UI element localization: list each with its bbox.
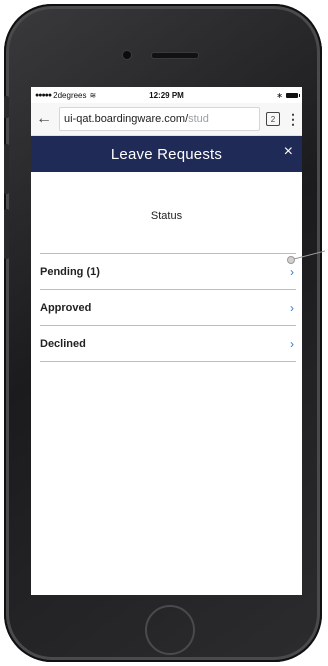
chevron-right-icon: › bbox=[290, 336, 294, 351]
main-content: Status Pending (1) › Approved › Declined… bbox=[31, 172, 302, 595]
earpiece-speaker bbox=[151, 52, 199, 59]
url-path: stud bbox=[188, 113, 209, 125]
status-list: Pending (1) › Approved › Declined › bbox=[40, 253, 296, 362]
phone-screen: ●●●●● 2degrees ≋ 12:29 PM ∗ ← ui-qat.boa… bbox=[31, 87, 302, 595]
back-arrow-icon[interactable]: ← bbox=[35, 110, 53, 128]
wifi-icon: ≋ bbox=[89, 90, 97, 100]
status-item-label: Approved bbox=[40, 301, 92, 314]
volume-up-button bbox=[4, 144, 9, 194]
status-item-declined[interactable]: Declined › bbox=[40, 326, 296, 362]
status-item-label: Declined bbox=[40, 337, 86, 350]
page-header: Leave Requests × bbox=[31, 136, 302, 172]
bluetooth-icon: ∗ bbox=[276, 90, 283, 100]
mute-switch bbox=[4, 96, 9, 118]
page-title: Leave Requests bbox=[110, 145, 223, 163]
device-status-bar: ●●●●● 2degrees ≋ 12:29 PM ∗ bbox=[31, 87, 302, 103]
browser-toolbar: ← ui-qat.boardingware.com/stud 2 ⋮ bbox=[31, 103, 302, 136]
home-button[interactable] bbox=[145, 605, 195, 655]
status-item-pending[interactable]: Pending (1) › bbox=[40, 254, 296, 290]
front-camera bbox=[122, 50, 132, 60]
carrier-name: 2degrees bbox=[53, 90, 87, 100]
status-item-label: Pending (1) bbox=[40, 265, 100, 278]
battery-icon bbox=[286, 92, 300, 98]
close-icon[interactable]: × bbox=[284, 143, 293, 161]
status-time: 12:29 PM bbox=[149, 90, 184, 100]
overflow-menu-icon[interactable]: ⋮ bbox=[286, 111, 300, 128]
address-bar[interactable]: ui-qat.boardingware.com/stud bbox=[59, 107, 260, 131]
chevron-right-icon: › bbox=[290, 300, 294, 315]
tab-switcher-button[interactable]: 2 bbox=[266, 112, 280, 126]
signal-strength-icon: ●●●●● bbox=[35, 91, 52, 99]
status-item-approved[interactable]: Approved › bbox=[40, 290, 296, 326]
status-heading: Status bbox=[150, 210, 183, 222]
url-host: ui-qat.boardingware.com/ bbox=[64, 113, 189, 125]
volume-down-button bbox=[4, 209, 9, 259]
annotation-pointer bbox=[287, 250, 326, 264]
chevron-right-icon: › bbox=[290, 264, 294, 279]
